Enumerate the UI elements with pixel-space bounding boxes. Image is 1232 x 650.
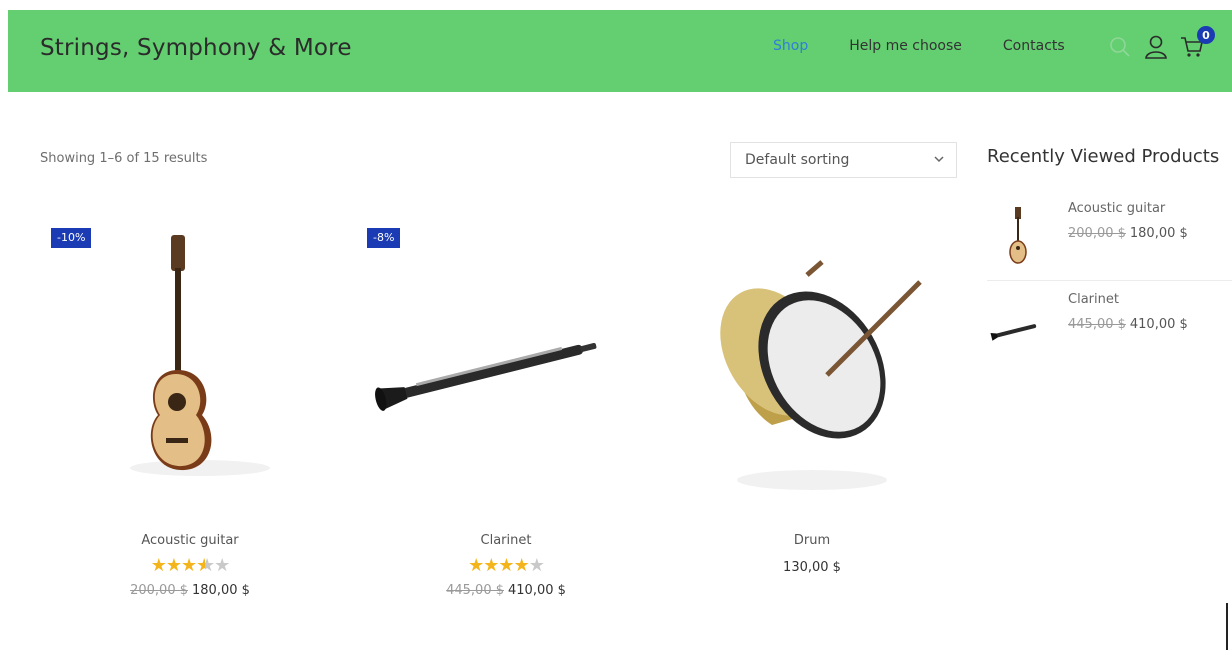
recently-viewed-item[interactable]: Clarinet 445,00 $410,00 $ (987, 292, 1232, 372)
header-icons: 0 (1106, 26, 1215, 62)
chevron-down-icon (934, 156, 944, 163)
product-image[interactable] (662, 210, 962, 510)
nav-contacts[interactable]: Contacts (1003, 38, 1065, 54)
product-price: 445,00 $ 410,00 $ (356, 583, 656, 598)
divider (987, 280, 1232, 281)
sale-price: 180,00 $ (192, 583, 250, 598)
product-image[interactable]: -10% (40, 210, 340, 510)
old-price: 200,00 $ (1068, 226, 1126, 241)
drum-image (720, 260, 922, 490)
product-name[interactable]: Clarinet (356, 533, 656, 548)
sorting-select[interactable]: Default sorting (730, 142, 957, 178)
scrollbar[interactable] (1226, 603, 1228, 650)
sale-badge: -8% (367, 228, 401, 248)
guitar-image (130, 235, 270, 476)
product-card[interactable]: -8% Clarinet ★★★★★ 445,00 $ 410,00 $ (356, 210, 656, 598)
main-nav: Shop Help me choose Contacts (773, 38, 1106, 54)
product-image[interactable]: -8% (356, 210, 656, 510)
recently-viewed-item[interactable]: Acoustic guitar 200,00 $180,00 $ (987, 201, 1232, 281)
site-header: Strings, Symphony & More Shop Help me ch… (8, 10, 1232, 92)
recently-viewed-name[interactable]: Clarinet (1068, 292, 1119, 307)
clarinet-image (375, 342, 597, 411)
sale-price: 410,00 $ (508, 583, 566, 598)
product-card[interactable]: -10% Acoustic guitar ★★★★★★ 200,00 $ 180,… (40, 210, 340, 598)
sale-price: 180,00 $ (1129, 226, 1188, 241)
old-price: 200,00 $ (130, 583, 188, 598)
regular-price: 130,00 $ (783, 560, 841, 575)
result-count: Showing 1–6 of 15 results (40, 151, 208, 166)
recently-viewed-price: 445,00 $410,00 $ (1068, 317, 1188, 332)
product-price: 200,00 $ 180,00 $ (40, 583, 340, 598)
nav-help-me-choose[interactable]: Help me choose (849, 38, 962, 54)
guitar-thumbnail[interactable] (987, 201, 1049, 271)
recently-viewed-price: 200,00 $180,00 $ (1068, 226, 1188, 241)
old-price: 445,00 $ (446, 583, 504, 598)
recently-viewed-title: Recently Viewed Products (987, 146, 1220, 167)
product-card[interactable]: Drum 130,00 $ (662, 210, 962, 575)
nav-shop[interactable]: Shop (773, 38, 808, 54)
clarinet-thumbnail[interactable] (987, 292, 1049, 362)
site-brand[interactable]: Strings, Symphony & More (40, 35, 352, 61)
search-icon[interactable] (1106, 32, 1134, 62)
star-rating: ★★★★★★ (150, 555, 231, 576)
cart-button[interactable]: 0 (1178, 26, 1215, 62)
star-rating: ★★★★★ (468, 555, 545, 576)
cart-count-badge: 0 (1197, 26, 1215, 44)
product-price: 130,00 $ (662, 560, 962, 575)
sale-badge: -10% (51, 228, 92, 248)
user-icon[interactable] (1142, 32, 1170, 62)
product-name[interactable]: Drum (662, 533, 962, 548)
old-price: 445,00 $ (1068, 317, 1126, 332)
sorting-value: Default sorting (745, 152, 850, 168)
recently-viewed-name[interactable]: Acoustic guitar (1068, 201, 1165, 216)
sale-price: 410,00 $ (1129, 317, 1188, 332)
product-name[interactable]: Acoustic guitar (40, 533, 340, 548)
